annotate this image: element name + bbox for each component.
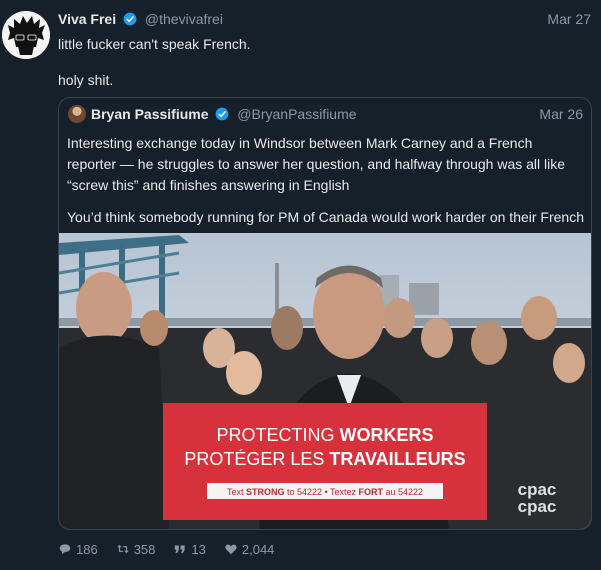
quoted-tweet[interactable]: Bryan Passifiume @BryanPassifiume Mar 26…	[58, 97, 592, 530]
cpac-watermark-2: cpac	[518, 497, 557, 516]
avatar-image	[2, 11, 50, 59]
quoted-tweet-date[interactable]: Mar 26	[539, 106, 583, 122]
tweet-actions: 186 358 13 2,044	[58, 540, 274, 558]
quote-button[interactable]: 13	[173, 541, 206, 557]
press-conference-photo: PROTECTING WORKERS PROTÉGER LES TRAVAILL…	[59, 233, 591, 529]
tweet-text-line-2: holy shit.	[58, 72, 114, 88]
like-button[interactable]: 2,044	[224, 541, 275, 557]
author-avatar[interactable]	[2, 11, 50, 59]
retweet-button[interactable]: 358	[116, 541, 156, 557]
author-name[interactable]: Viva Frei	[58, 11, 116, 27]
quoted-tweet-header: Bryan Passifiume @BryanPassifiume Mar 26	[91, 106, 583, 124]
quoted-text-line-2: reporter — he struggles to answer her qu…	[67, 156, 566, 172]
sign-line-1: PROTECTING WORKERS	[216, 425, 433, 445]
verified-icon	[215, 107, 229, 121]
reply-count: 186	[76, 541, 98, 557]
verified-icon	[123, 12, 137, 26]
quote-icon	[175, 545, 186, 554]
tweet-header: Viva Frei @thevivafrei Mar 27	[58, 11, 591, 31]
tweet-date[interactable]: Mar 27	[547, 11, 591, 27]
tweet-text-line-1: little fucker can't speak French.	[58, 36, 251, 52]
reply-button[interactable]: 186	[58, 542, 98, 557]
sign-text-bar: Text STRONG to 54222 • Textez FORT au 54…	[227, 487, 423, 497]
quoted-text-line-4: You’d think somebody running for PM of C…	[67, 209, 584, 225]
quoted-text-line-1: Interesting exchange today in Windsor be…	[67, 135, 533, 151]
reply-icon	[59, 544, 71, 555]
quoted-author-name[interactable]: Bryan Passifiume	[91, 106, 209, 122]
retweet-icon	[116, 544, 129, 554]
quote-count: 13	[191, 541, 206, 557]
like-count: 2,044	[241, 541, 275, 557]
quoted-media-image[interactable]: PROTECTING WORKERS PROTÉGER LES TRAVAILL…	[59, 233, 591, 529]
quoted-author-avatar[interactable]	[68, 105, 86, 123]
tweet[interactable]: Viva Frei @thevivafrei Mar 27 little fuc…	[0, 0, 601, 570]
quoted-text-line-3: “screw this” and finishes answering in E…	[67, 177, 350, 193]
sign-line-2: PROTÉGER LES TRAVAILLEURS	[184, 449, 465, 469]
quoted-author-handle[interactable]: @BryanPassifiume	[237, 106, 356, 122]
author-handle[interactable]: @thevivafrei	[145, 11, 223, 27]
like-icon	[225, 544, 237, 555]
retweet-count: 358	[133, 541, 156, 557]
